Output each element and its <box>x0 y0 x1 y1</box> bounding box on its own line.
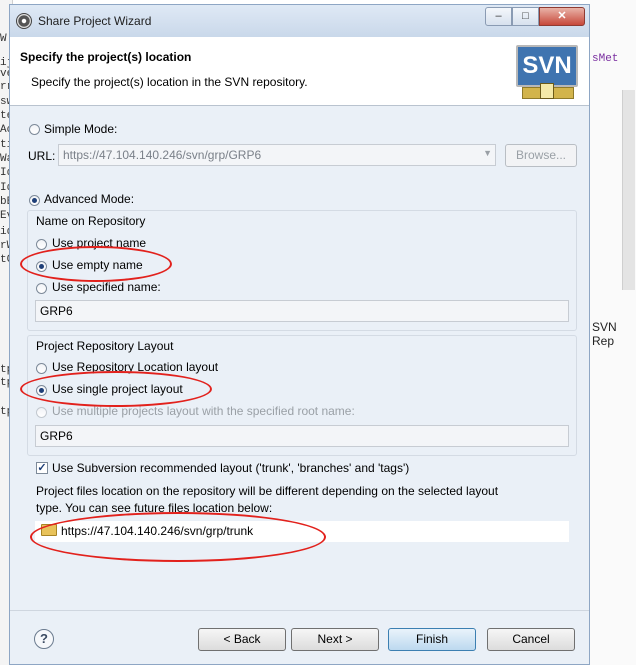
browse-button[interactable]: Browse... <box>505 144 577 167</box>
back-button[interactable]: < Back <box>198 628 286 651</box>
background-scrollbar <box>622 90 635 290</box>
single-project-layout-label: Use single project layout <box>52 382 183 396</box>
repository-location-layout-radio[interactable] <box>36 363 47 374</box>
root-name-value: GRP6 <box>40 429 73 443</box>
name-group-title: Name on Repository <box>36 214 146 228</box>
info-text-line2: type. You can see future files location … <box>36 501 273 515</box>
cancel-button[interactable]: Cancel <box>487 628 575 651</box>
minimize-button[interactable]: – <box>485 7 512 26</box>
advanced-mode-radio[interactable] <box>29 195 40 206</box>
single-project-layout-radio[interactable] <box>36 385 47 396</box>
finish-button[interactable]: Finish <box>388 628 476 651</box>
future-location-value: https://47.104.140.246/svn/grp/trunk <box>61 524 254 538</box>
footer-separator <box>10 610 589 611</box>
specified-name-value: GRP6 <box>40 304 73 318</box>
next-button[interactable]: Next > <box>291 628 379 651</box>
multiple-projects-layout-label: Use multiple projects layout with the sp… <box>52 404 355 418</box>
svn-logo: SVN <box>512 43 582 103</box>
background-code-fragment: sMet <box>592 53 619 65</box>
url-combo[interactable]: https://47.104.140.246/svn/grp/GRP6 ▼ <box>58 144 496 166</box>
simple-mode-radio[interactable] <box>29 124 40 135</box>
url-label: URL: <box>28 149 56 163</box>
use-empty-name-label: Use empty name <box>52 258 143 272</box>
root-name-field[interactable]: GRP6 <box>35 425 569 447</box>
chevron-down-icon[interactable]: ▼ <box>483 148 492 158</box>
close-button[interactable]: ✕ <box>539 7 585 26</box>
future-location-display: https://47.104.140.246/svn/grp/trunk <box>35 521 569 542</box>
layout-group-title: Project Repository Layout <box>36 339 174 353</box>
help-icon[interactable]: ? <box>34 629 54 649</box>
eclipse-icon <box>16 13 32 29</box>
svn-logo-text: SVN <box>516 45 578 87</box>
page-description: Specify the project(s) location in the S… <box>31 75 308 89</box>
svn-logo-connector <box>540 83 554 99</box>
use-project-name-label: Use project name <box>52 236 147 250</box>
title-bar: Share Project Wizard – □ ✕ <box>10 5 589 37</box>
url-value: https://47.104.140.246/svn/grp/GRP6 <box>63 148 262 162</box>
multiple-projects-layout-radio[interactable] <box>36 407 47 418</box>
repository-location-layout-label: Use Repository Location layout <box>52 360 219 374</box>
use-specified-name-label: Use specified name: <box>52 280 161 294</box>
specified-name-field[interactable]: GRP6 <box>35 300 569 322</box>
maximize-button[interactable]: □ <box>512 7 539 26</box>
use-empty-name-radio[interactable] <box>36 261 47 272</box>
simple-mode-label: Simple Mode: <box>44 122 118 136</box>
window-title: Share Project Wizard <box>38 14 152 28</box>
background-panel-label: SVN Rep <box>592 320 617 348</box>
use-specified-name-radio[interactable] <box>36 283 47 294</box>
recommended-layout-checkbox[interactable]: ✓ <box>36 462 48 474</box>
advanced-mode-label: Advanced Mode: <box>44 192 135 206</box>
recommended-layout-label: Use Subversion recommended layout ('trun… <box>52 461 410 475</box>
background-code-fragment: W <box>0 33 7 45</box>
info-text-line1: Project files location on the repository… <box>36 484 499 498</box>
folder-icon <box>41 524 57 536</box>
use-project-name-radio[interactable] <box>36 239 47 250</box>
page-title: Specify the project(s) location <box>20 50 192 64</box>
share-project-wizard-dialog: Share Project Wizard – □ ✕ Specify the p… <box>9 4 590 665</box>
wizard-header: Specify the project(s) location Specify … <box>10 37 589 106</box>
